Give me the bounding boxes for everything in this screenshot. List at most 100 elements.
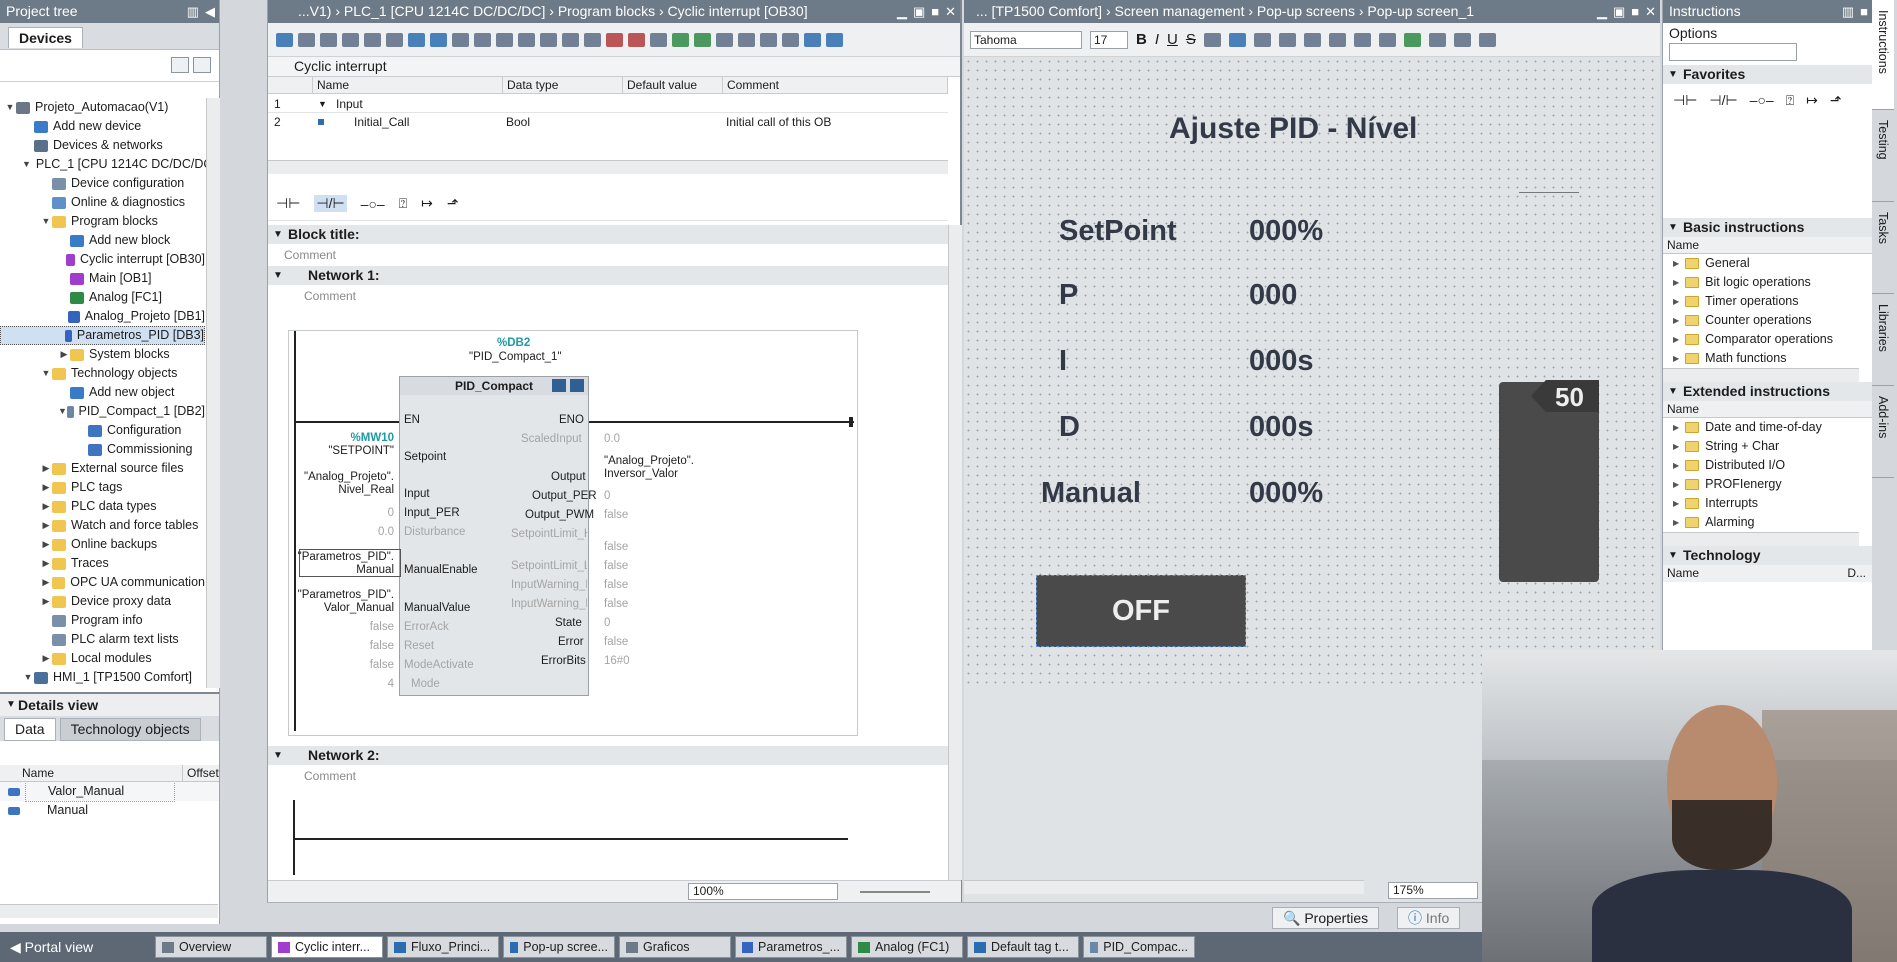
expand-arrow-icon[interactable]: ▶ [1673, 475, 1679, 494]
expand-arrow-icon[interactable]: ▶ [1673, 437, 1679, 456]
tree-item[interactable]: Program info [0, 611, 205, 630]
side-tab[interactable]: Libraries [1872, 294, 1894, 386]
tree-item[interactable]: ▶ Device proxy data [0, 592, 205, 611]
toolbar-icon[interactable] [1253, 32, 1271, 47]
inwarn-h-value[interactable]: false [604, 579, 628, 591]
tree-item[interactable]: Analog_Projeto [DB1] [0, 307, 205, 326]
tree-item[interactable]: ▼ PID_Compact_1 [DB2] [0, 402, 205, 421]
tree-item[interactable]: ▶ System blocks [0, 345, 205, 364]
instruction-folder[interactable]: ▶ Interrupts [1663, 494, 1872, 513]
output-tag-2[interactable]: Inversor_Valor [604, 468, 678, 480]
mode-value[interactable]: 4 [388, 678, 394, 690]
instructions-search[interactable] [1669, 43, 1797, 61]
col-offset[interactable]: Offset [182, 765, 219, 782]
error-value[interactable]: false [604, 636, 628, 648]
manual-value-tag-1[interactable]: "Parametros_PID". [298, 589, 394, 601]
tree-item[interactable]: Commissioning [0, 440, 205, 459]
tree-item[interactable]: ▶ Local modules [0, 649, 205, 668]
overview-toggle-icon[interactable] [171, 57, 189, 73]
toolbar-icon[interactable] [1403, 32, 1421, 47]
side-tab[interactable]: Testing [1872, 110, 1894, 202]
expand-arrow-icon[interactable]: ▶ [1673, 254, 1679, 273]
manual-enable-tag-1[interactable]: "Parametros_PID". [298, 551, 394, 563]
minimize-icon[interactable]: ▁ [897, 0, 907, 23]
col-name[interactable]: Name [313, 77, 503, 94]
extended-instructions-section[interactable]: Extended instructions [1663, 382, 1872, 401]
setpoint-label[interactable]: SetPoint [1059, 215, 1177, 248]
empty-box-icon[interactable]: ⍰ [1786, 92, 1794, 146]
expand-arrow-icon[interactable]: ▶ [1673, 292, 1679, 311]
inwarn-l-value[interactable]: false [604, 598, 628, 610]
toolbar-icon[interactable] [1353, 32, 1371, 47]
toolbar-icon[interactable] [342, 32, 359, 47]
nc-contact-icon[interactable]: ⊣/⊢ [314, 195, 347, 212]
tab-devices[interactable]: Devices [8, 27, 83, 48]
basic-hscroll[interactable] [1663, 368, 1859, 382]
expand-arrow-icon[interactable]: ▼ [58, 402, 67, 421]
setpoint-value[interactable]: 000% [1249, 215, 1323, 248]
tab-data[interactable]: Data [4, 718, 56, 741]
toolbar-icon[interactable] [1203, 32, 1221, 47]
strikethrough-icon[interactable]: S [1186, 31, 1196, 48]
instruction-folder[interactable]: ▶ Timer operations [1663, 292, 1872, 311]
close-icon[interactable]: ✕ [945, 0, 956, 23]
pid-config-icon[interactable] [570, 379, 584, 392]
splimit-h-value[interactable]: false [604, 541, 628, 553]
side-tab[interactable]: Tasks [1872, 202, 1894, 294]
off-button[interactable]: OFF [1036, 575, 1246, 647]
toolbar-icon[interactable] [1453, 32, 1471, 47]
scaled-input-value[interactable]: 0.0 [604, 433, 620, 445]
expand-arrow-icon[interactable]: ▶ [40, 497, 52, 516]
restore-icon[interactable]: ▣ [913, 0, 925, 23]
disturbance-value[interactable]: 0.0 [378, 526, 394, 538]
technology-section[interactable]: Technology [1663, 546, 1872, 565]
toolbar-icon[interactable] [738, 32, 755, 47]
tab-technology-objects[interactable]: Technology objects [59, 718, 201, 741]
close-branch-icon[interactable]: ⬏ [1830, 92, 1842, 146]
instruction-folder[interactable]: ▶ Bit logic operations [1663, 273, 1872, 292]
extended-hscroll[interactable] [1663, 532, 1859, 546]
taskbar-item[interactable]: Analog (FC1) [851, 936, 963, 958]
expand-arrow-icon[interactable]: ▼ [4, 98, 16, 117]
toolbar-icon[interactable] [826, 32, 843, 47]
toolbar-icon[interactable] [1328, 32, 1346, 47]
expand-arrow-icon[interactable]: ▶ [40, 478, 52, 497]
open-branch-icon[interactable]: ↦ [1806, 92, 1818, 146]
manual-label[interactable]: Manual [1041, 477, 1141, 510]
tree-options-icon[interactable] [193, 57, 211, 73]
expand-arrow-icon[interactable]: ▼ [22, 155, 31, 174]
expand-arrow-icon[interactable]: ▶ [1673, 513, 1679, 532]
output-per-value[interactable]: 0 [604, 490, 610, 502]
restore-icon[interactable]: ▣ [1613, 0, 1625, 23]
toolbar-icon[interactable] [474, 32, 491, 47]
hmi-canvas[interactable]: Ajuste PID - Nível SetPoint 000% P 000 I… [964, 57, 1660, 689]
instruction-folder[interactable]: ▶ PROFIenergy [1663, 475, 1872, 494]
toolbar-icon[interactable] [1478, 32, 1496, 47]
font-size-select[interactable]: 17 [1090, 30, 1128, 49]
hmi-hscroll[interactable] [964, 880, 1364, 894]
no-contact-icon[interactable]: ⊣⊢ [1673, 92, 1697, 146]
collapse-icon[interactable]: ◀ [205, 0, 215, 23]
close-branch-icon[interactable]: ⬏ [447, 195, 459, 212]
portal-view-button[interactable]: ◀ Portal view [0, 939, 155, 956]
maximize-icon[interactable]: ■ [931, 0, 939, 23]
instruction-folder[interactable]: ▶ String + Char [1663, 437, 1872, 456]
mode-activate-value[interactable]: false [370, 659, 394, 671]
tree-item[interactable]: Add new device [0, 117, 205, 136]
instruction-folder[interactable]: ▶ Distributed I/O [1663, 456, 1872, 475]
reset-value[interactable]: false [370, 640, 394, 652]
toolbar-icon[interactable] [628, 32, 645, 47]
tree-item[interactable]: ▶ PLC data types [0, 497, 205, 516]
i-label[interactable]: I [1059, 345, 1067, 378]
tree-item[interactable]: ▶ PLC tags [0, 478, 205, 497]
tree-item[interactable]: ▶ OPC UA communication [0, 573, 205, 592]
instruction-folder[interactable]: ▶ Alarming [1663, 513, 1872, 532]
hmi-title[interactable]: Ajuste PID - Nível [1169, 112, 1417, 146]
interface-row[interactable]: 2 Initial_Call Bool Initial call of this… [268, 113, 948, 131]
tree-item[interactable]: ▼ HMI_1 [TP1500 Comfort] [0, 668, 205, 687]
expand-arrow-icon[interactable]: ▶ [40, 573, 52, 592]
error-ack-value[interactable]: false [370, 621, 394, 633]
favorites-section[interactable]: Favorites [1663, 65, 1872, 84]
expand-arrow-icon[interactable]: ▶ [40, 459, 52, 478]
taskbar-item[interactable]: Default tag t... [967, 936, 1079, 958]
